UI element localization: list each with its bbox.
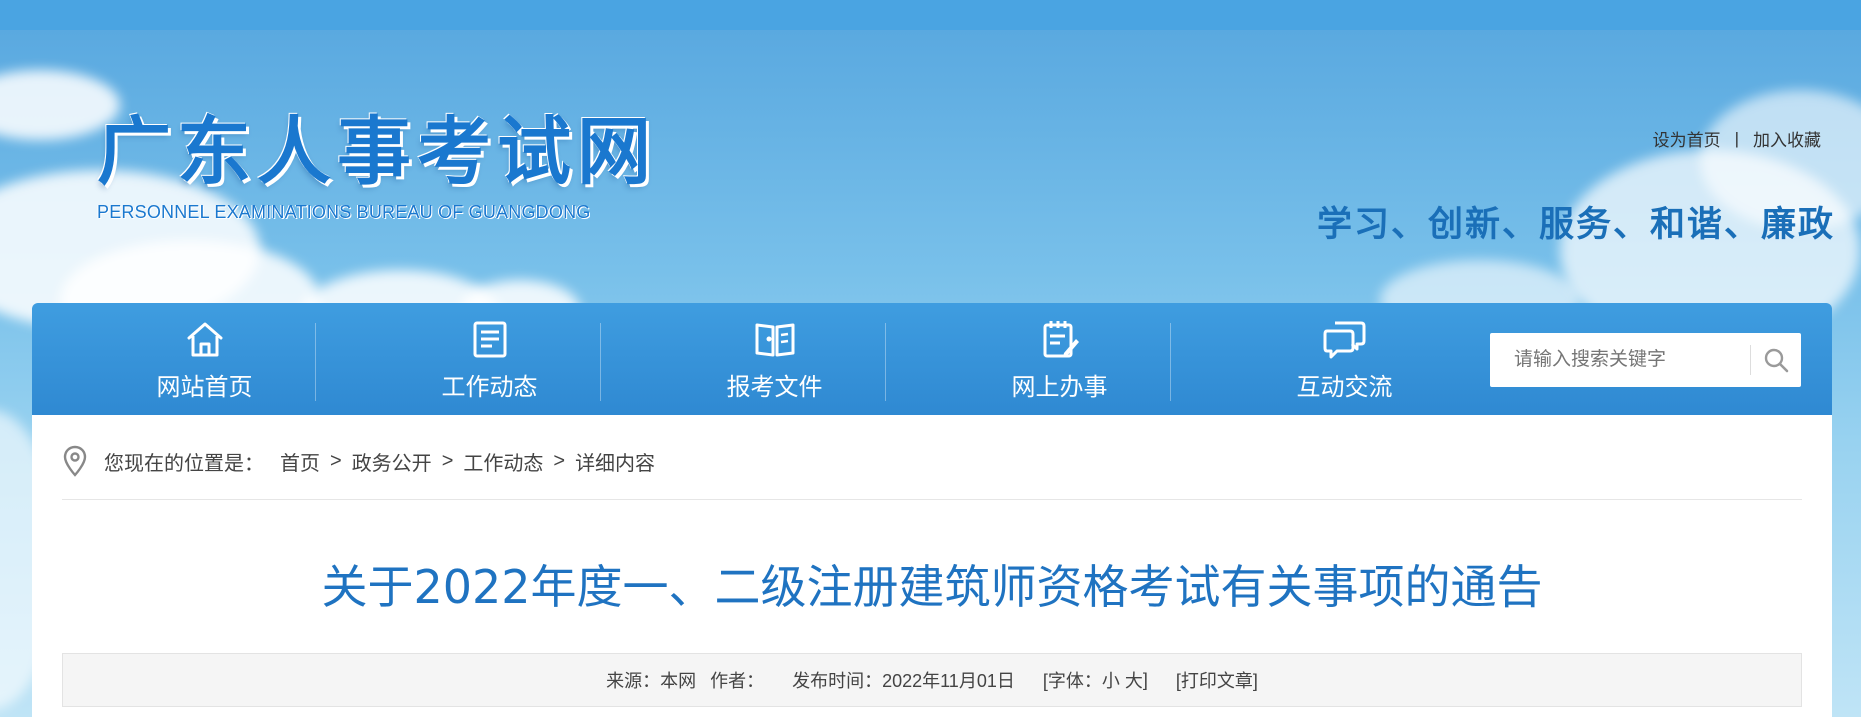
publish-date-label: 发布时间： (792, 671, 883, 691)
font-size-label: [字体： (1042, 671, 1102, 691)
source-value: 本网 (660, 671, 697, 691)
nav-item-work-news[interactable]: 工作动态 (347, 303, 632, 415)
breadcrumb-separator: > (441, 449, 454, 472)
nav-item-online-services[interactable]: 网上办事 (917, 303, 1202, 415)
breadcrumb-item-work-news[interactable]: 工作动态 (463, 447, 543, 476)
nav-item-label: 报考文件 (726, 373, 823, 401)
breadcrumb-divider (62, 499, 1802, 500)
set-home-link[interactable]: 设为首页 (1653, 126, 1721, 151)
nav-item-interaction[interactable]: 互动交流 (1202, 303, 1487, 415)
news-list-icon (473, 321, 506, 357)
document-book-icon (755, 323, 794, 356)
breadcrumb-item-home[interactable]: 首页 (280, 447, 320, 476)
font-small-button[interactable]: 小 (1102, 667, 1120, 693)
nav-item-exam-documents[interactable]: 报考文件 (632, 303, 917, 415)
breadcrumb-separator: > (330, 449, 342, 472)
nav-divider (315, 323, 316, 401)
nav-item-label: 互动交流 (1296, 373, 1393, 401)
nav-item-label: 网站首页 (156, 373, 253, 401)
source-label: 来源： (606, 671, 661, 691)
breadcrumb-item-government-affairs[interactable]: 政务公开 (352, 447, 432, 476)
header-slogan: 学习、创新、服务、和谐、廉政 (1316, 205, 1835, 245)
chat-bubbles-icon (1323, 321, 1365, 358)
breadcrumb-separator: > (553, 449, 566, 472)
article-meta-bar: 来源： 本网 作者： 发布时间： 2022年11月01日 [字体： 小 大 ] … (62, 653, 1802, 707)
print-article-button[interactable]: [打印文章] (1176, 667, 1258, 693)
search-button[interactable] (1751, 333, 1801, 387)
content-panel: 您现在的位置是： 首页 > 政务公开 > 工作动态 > 详细内容 关于2022年… (32, 415, 1832, 717)
nav-divider (1170, 323, 1171, 401)
link-separator: | (1734, 128, 1739, 148)
nav-divider (600, 323, 601, 401)
site-logo[interactable]: 广东人事考试网 PERSONNEL EXAMINATIONS BUREAU OF… (97, 112, 657, 223)
font-size-close: ] (1142, 669, 1148, 690)
clipboard-edit-icon (1043, 320, 1079, 357)
search-box (1490, 333, 1801, 387)
logo-chinese-title: 广东人事考试网 (97, 109, 657, 195)
breadcrumb: 您现在的位置是： 首页 > 政务公开 > 工作动态 > 详细内容 (62, 445, 655, 477)
article-title: 关于2022年度一、二级注册建筑师资格考试有关事项的通告 (321, 560, 1543, 614)
breadcrumb-item-current: 详细内容 (575, 452, 656, 475)
publish-date: 2022年11月01日 (882, 671, 1015, 691)
logo-english-title: PERSONNEL EXAMINATIONS BUREAU OF GUANGDO… (97, 202, 591, 222)
top-strip (0, 0, 1861, 30)
home-icon (187, 322, 222, 356)
nav-item-label: 工作动态 (441, 373, 538, 401)
breadcrumb-prefix: 您现在的位置是： (104, 452, 264, 475)
top-links: 设为首页 | 加入收藏 (1653, 126, 1821, 151)
add-favorite-link[interactable]: 加入收藏 (1753, 126, 1821, 151)
nav-divider (885, 323, 886, 401)
location-pin-icon (63, 445, 87, 477)
font-large-button[interactable]: 大 (1125, 667, 1143, 693)
nav-item-home[interactable]: 网站首页 (62, 303, 347, 415)
search-icon (1764, 348, 1789, 373)
author-label: 作者： (710, 671, 765, 691)
search-input[interactable] (1490, 334, 1750, 386)
nav-item-label: 网上办事 (1011, 373, 1108, 401)
